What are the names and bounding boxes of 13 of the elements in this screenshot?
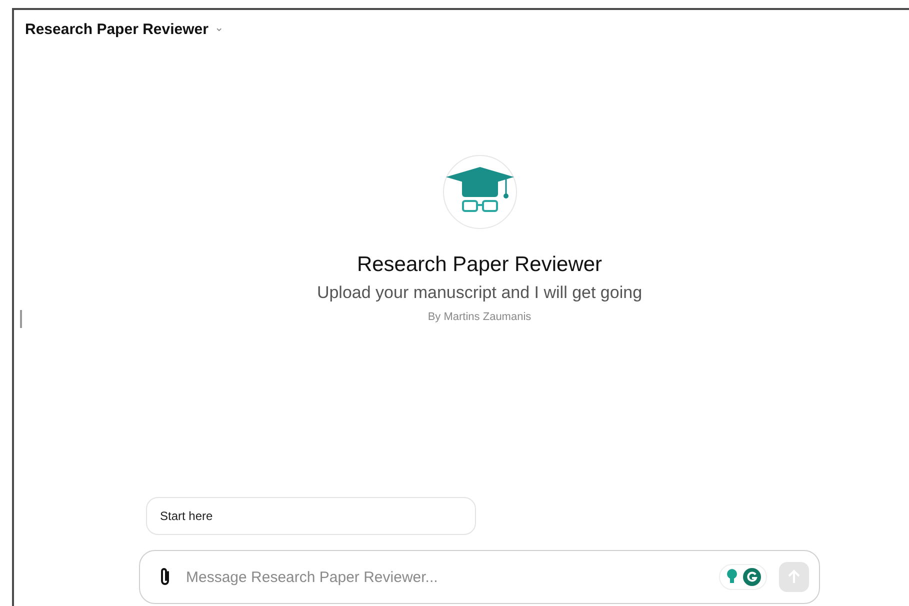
assistant-description: Upload your manuscript and I will get going [316, 283, 642, 303]
extension-pill[interactable] [719, 564, 767, 590]
arrow-up-icon [787, 569, 801, 585]
message-composer[interactable]: Message Research Paper Reviewer... [139, 550, 820, 604]
paperclip-icon[interactable] [158, 567, 172, 587]
grammar-icon [743, 568, 761, 586]
suggestion-chip[interactable]: Start here [146, 497, 476, 535]
sidebar-handle[interactable] [20, 310, 22, 328]
caret-icon[interactable]: ⌄ [214, 21, 224, 34]
assistant-name: Research Paper Reviewer [356, 253, 602, 277]
lightbulb-icon [725, 568, 739, 586]
author-credit: By Martins Zaumanis [428, 311, 532, 323]
chat-title[interactable]: Research Paper Reviewer [25, 21, 208, 38]
